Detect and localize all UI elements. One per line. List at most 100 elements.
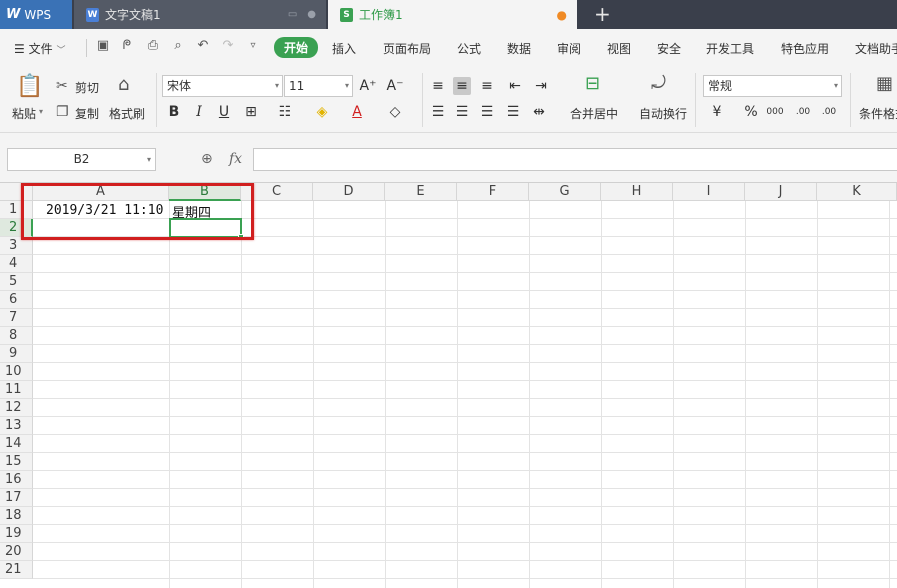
tab-page-layout[interactable]: 页面布局 bbox=[383, 40, 431, 57]
wps-home-tab[interactable]: W WPS bbox=[0, 0, 72, 29]
row-header-6[interactable]: 6 bbox=[0, 291, 33, 309]
align-center-icon[interactable]: ☰ bbox=[453, 103, 471, 121]
new-tab-button[interactable]: + bbox=[594, 2, 611, 26]
undo-icon[interactable]: ↶ bbox=[196, 39, 210, 53]
row-header-12[interactable]: 12 bbox=[0, 399, 33, 417]
chevron-down-icon: ▾ bbox=[344, 81, 349, 90]
eraser-icon[interactable]: ◇ bbox=[386, 103, 404, 121]
align-middle-icon[interactable]: ≡ bbox=[453, 77, 471, 95]
column-header-e[interactable]: E bbox=[385, 183, 457, 201]
fill-color-icon[interactable]: ◈ bbox=[313, 103, 331, 121]
column-header-g[interactable]: G bbox=[529, 183, 601, 201]
zoom-search-icon[interactable]: ⊕ bbox=[201, 151, 213, 167]
row-header-18[interactable]: 18 bbox=[0, 507, 33, 525]
number-format-select[interactable]: 常规 ▾ bbox=[703, 75, 842, 97]
tab-formulas[interactable]: 公式 bbox=[457, 40, 481, 57]
gridline bbox=[33, 416, 897, 417]
row-header-7[interactable]: 7 bbox=[0, 309, 33, 327]
tab-home[interactable]: 开始 bbox=[274, 37, 319, 58]
gridline bbox=[33, 380, 897, 381]
tab-developer[interactable]: 开发工具 bbox=[706, 40, 754, 57]
align-top-icon[interactable]: ≡ bbox=[429, 77, 447, 95]
decrease-font-icon[interactable]: A⁻ bbox=[386, 77, 404, 95]
decrease-indent-icon[interactable]: ⇤ bbox=[506, 77, 524, 95]
tab-security[interactable]: 安全 bbox=[657, 40, 681, 57]
tab-special[interactable]: 特色应用 bbox=[781, 40, 829, 57]
divider bbox=[422, 73, 423, 127]
row-header-4[interactable]: 4 bbox=[0, 255, 33, 273]
name-box[interactable]: B2 ▾ bbox=[7, 148, 156, 171]
gridline bbox=[673, 201, 674, 588]
column-header-i[interactable]: I bbox=[673, 183, 745, 201]
tab-writer-doc[interactable]: W 文字文稿1 ▭ ● bbox=[74, 0, 326, 29]
align-bottom-icon[interactable]: ≡ bbox=[478, 77, 496, 95]
underline-icon[interactable]: U bbox=[215, 103, 233, 121]
row-header-15[interactable]: 15 bbox=[0, 453, 33, 471]
row-header-13[interactable]: 13 bbox=[0, 417, 33, 435]
percent-button[interactable]: % bbox=[742, 103, 760, 121]
thousands-button[interactable]: 000 bbox=[766, 103, 784, 121]
row-header-21[interactable]: 21 bbox=[0, 561, 33, 579]
row-header-14[interactable]: 14 bbox=[0, 435, 33, 453]
font-size-select[interactable]: 11 ▾ bbox=[284, 75, 353, 97]
increase-font-icon[interactable]: A⁺ bbox=[359, 77, 377, 95]
distribute-icon[interactable]: ⇹ bbox=[530, 103, 548, 121]
column-header-d[interactable]: D bbox=[313, 183, 385, 201]
row-header-17[interactable]: 17 bbox=[0, 489, 33, 507]
scissors-icon: ✂ bbox=[56, 78, 68, 94]
gridline bbox=[33, 326, 897, 327]
tab-label: 工作簿1 bbox=[359, 8, 403, 22]
print-icon[interactable]: ⎙ bbox=[146, 39, 160, 53]
currency-icon[interactable]: ¥ bbox=[708, 103, 726, 121]
clipboard-icon: 📋 bbox=[16, 74, 44, 99]
row-header-20[interactable]: 20 bbox=[0, 543, 33, 561]
cell-style-icon[interactable]: ☷ bbox=[276, 103, 294, 121]
redo-icon[interactable]: ↷ bbox=[221, 39, 235, 53]
row-header-16[interactable]: 16 bbox=[0, 471, 33, 489]
unsaved-dot-icon[interactable]: ● bbox=[557, 8, 567, 22]
title-bar: W WPS W 文字文稿1 ▭ ● S 工作簿1 ● + bbox=[0, 0, 897, 29]
customize-icon[interactable]: ▿ bbox=[246, 39, 260, 53]
file-menu[interactable]: ☰ 文件 ﹀ bbox=[14, 40, 65, 57]
column-header-f[interactable]: F bbox=[457, 183, 529, 201]
save-icon[interactable]: ▣ bbox=[96, 39, 110, 53]
tab-view[interactable]: 视图 bbox=[607, 40, 631, 57]
font-name-select[interactable]: 宋体 ▾ bbox=[162, 75, 283, 97]
align-left-icon[interactable]: ☰ bbox=[429, 103, 447, 121]
tab-insert[interactable]: 插入 bbox=[332, 40, 356, 57]
spreadsheet-grid[interactable]: A B C D E F G H I J K 1 2 3 4 5 6 7 8 9 … bbox=[0, 183, 897, 588]
row-header-11[interactable]: 11 bbox=[0, 381, 33, 399]
gridline bbox=[33, 560, 897, 561]
row-header-10[interactable]: 10 bbox=[0, 363, 33, 381]
font-color-icon[interactable]: A bbox=[348, 103, 366, 121]
spreadsheet-icon: S bbox=[340, 7, 353, 22]
monitor-icon[interactable]: ▭ bbox=[288, 9, 297, 20]
tab-data[interactable]: 数据 bbox=[507, 40, 531, 57]
italic-icon[interactable]: I bbox=[190, 103, 208, 121]
increase-decimal-button[interactable]: .00 bbox=[794, 103, 812, 121]
column-header-j[interactable]: J bbox=[745, 183, 817, 201]
column-header-h[interactable]: H bbox=[601, 183, 673, 201]
row-header-19[interactable]: 19 bbox=[0, 525, 33, 543]
gridline bbox=[33, 434, 897, 435]
row-header-8[interactable]: 8 bbox=[0, 327, 33, 345]
increase-indent-icon[interactable]: ⇥ bbox=[532, 77, 550, 95]
close-dot-icon[interactable]: ● bbox=[307, 9, 316, 20]
row-header-9[interactable]: 9 bbox=[0, 345, 33, 363]
print-preview-icon[interactable]: ⌕ bbox=[171, 39, 185, 53]
bold-icon[interactable]: B bbox=[165, 103, 183, 121]
tab-spreadsheet[interactable]: S 工作簿1 ● bbox=[328, 0, 577, 29]
justify-icon[interactable]: ☰ bbox=[504, 103, 522, 121]
column-header-k[interactable]: K bbox=[817, 183, 897, 201]
tab-review[interactable]: 审阅 bbox=[557, 40, 581, 57]
decrease-decimal-button[interactable]: .00 bbox=[820, 103, 838, 121]
gridline bbox=[313, 201, 314, 588]
formula-input[interactable] bbox=[253, 148, 897, 171]
hamburger-icon: ☰ bbox=[14, 42, 25, 56]
tab-doc-assistant[interactable]: 文档助手 bbox=[855, 40, 897, 57]
align-right-icon[interactable]: ☰ bbox=[478, 103, 496, 121]
borders-icon[interactable]: ⊞ bbox=[242, 103, 260, 121]
export-icon[interactable]: ᖘ bbox=[120, 39, 134, 53]
fx-icon[interactable]: fx bbox=[229, 151, 242, 167]
row-header-5[interactable]: 5 bbox=[0, 273, 33, 291]
